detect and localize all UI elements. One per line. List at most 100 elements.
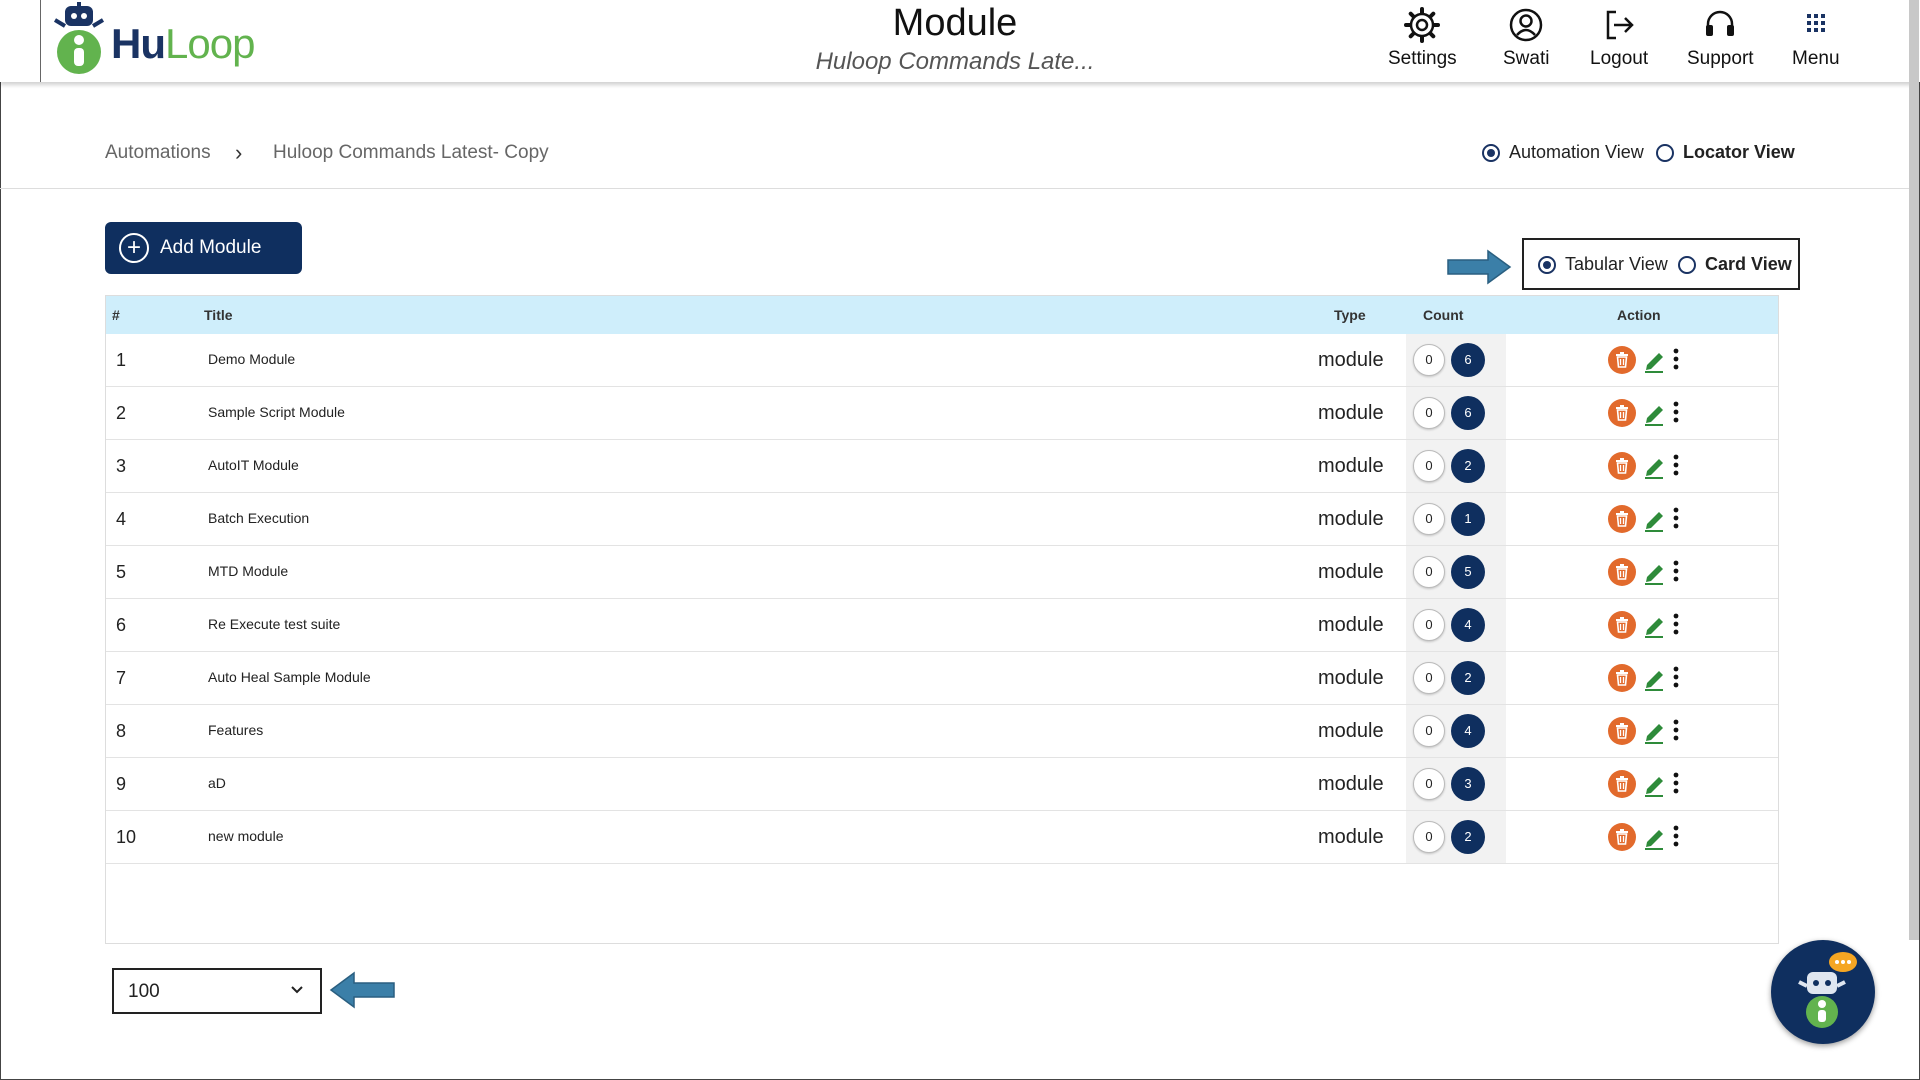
breadcrumb-automations[interactable]: Automations [105, 142, 211, 164]
more-options-button[interactable] [1672, 612, 1680, 641]
count-zero-badge[interactable]: 0 [1413, 556, 1445, 588]
chatbot-icon [1798, 952, 1857, 1028]
delete-button[interactable] [1608, 558, 1636, 586]
page-size-select[interactable]: 100 [112, 968, 322, 1014]
radio-tabular-view-dot[interactable] [1538, 255, 1556, 274]
row-title[interactable]: aD [208, 775, 226, 791]
row-title[interactable]: MTD Module [208, 563, 288, 579]
row-number: 10 [116, 827, 137, 847]
count-zero-badge[interactable]: 0 [1413, 715, 1445, 747]
more-options-button[interactable] [1672, 771, 1680, 800]
count-zero-badge[interactable]: 0 [1413, 397, 1445, 429]
radio-locator-view[interactable]: Locator View [1656, 142, 1795, 163]
count-badge[interactable]: 4 [1451, 714, 1485, 748]
count-zero-badge[interactable]: 0 [1413, 821, 1445, 853]
nav-settings[interactable]: Settings [1388, 6, 1457, 70]
count-badge[interactable]: 2 [1451, 820, 1485, 854]
count-zero-badge[interactable]: 0 [1413, 450, 1445, 482]
radio-automation-view-dot[interactable] [1482, 143, 1500, 162]
delete-button[interactable] [1608, 664, 1636, 692]
count-badge[interactable]: 6 [1451, 396, 1485, 430]
more-options-button[interactable] [1672, 665, 1680, 694]
nav-logout[interactable]: Logout [1590, 6, 1648, 70]
count-zero-badge[interactable]: 0 [1413, 503, 1445, 535]
edit-button[interactable] [1643, 612, 1667, 643]
row-title[interactable]: Sample Script Module [208, 404, 345, 420]
nav-settings-label: Settings [1388, 48, 1457, 69]
count-badge[interactable]: 5 [1451, 555, 1485, 589]
row-type: module [1318, 773, 1384, 795]
pencil-icon [1645, 459, 1663, 479]
radio-tabular-view-label: Tabular View [1565, 254, 1668, 274]
delete-button[interactable] [1608, 823, 1636, 851]
count-badge[interactable]: 3 [1451, 767, 1485, 801]
edit-button[interactable] [1643, 347, 1667, 378]
nav-logout-label: Logout [1590, 48, 1649, 69]
delete-button[interactable] [1608, 399, 1636, 427]
radio-locator-view-label: Locator View [1683, 142, 1795, 162]
edit-button[interactable] [1643, 771, 1667, 802]
edit-button[interactable] [1643, 665, 1667, 696]
scrollbar[interactable] [1909, 0, 1919, 940]
header-type: Type [1334, 307, 1366, 323]
delete-button[interactable] [1608, 611, 1636, 639]
radio-locator-view-dot[interactable] [1656, 143, 1674, 162]
edit-button[interactable] [1643, 400, 1667, 431]
row-title[interactable]: Re Execute test suite [208, 616, 340, 632]
row-title[interactable]: Features [208, 722, 263, 738]
page-size-value: 100 [128, 981, 160, 1002]
more-options-button[interactable] [1672, 718, 1680, 747]
delete-button[interactable] [1608, 770, 1636, 798]
row-number: 2 [116, 403, 127, 423]
header-title: Title [204, 307, 233, 323]
pencil-icon [1645, 830, 1663, 850]
radio-tabular-view[interactable]: Tabular View [1538, 254, 1668, 275]
row-type: module [1318, 349, 1384, 371]
edit-button[interactable] [1643, 453, 1667, 484]
row-title[interactable]: Demo Module [208, 351, 295, 367]
delete-button[interactable] [1608, 505, 1636, 533]
row-title[interactable]: Auto Heal Sample Module [208, 669, 371, 685]
row-title[interactable]: Batch Execution [208, 510, 309, 526]
count-badge[interactable]: 2 [1451, 661, 1485, 695]
more-options-button[interactable] [1672, 506, 1680, 535]
row-title[interactable]: new module [208, 828, 284, 844]
pencil-icon [1645, 512, 1663, 532]
count-zero-badge[interactable]: 0 [1413, 344, 1445, 376]
count-zero-badge[interactable]: 0 [1413, 768, 1445, 800]
nav-menu-label: Menu [1792, 48, 1840, 69]
radio-card-view[interactable]: Card View [1678, 254, 1792, 275]
radio-card-view-dot[interactable] [1678, 255, 1696, 274]
row-number: 5 [116, 562, 127, 582]
delete-button[interactable] [1608, 346, 1636, 374]
edit-button[interactable] [1643, 506, 1667, 537]
more-options-button[interactable] [1672, 400, 1680, 429]
chatbot-button[interactable] [1771, 940, 1875, 1044]
more-options-button[interactable] [1672, 347, 1680, 376]
delete-button[interactable] [1608, 452, 1636, 480]
count-zero-badge[interactable]: 0 [1413, 662, 1445, 694]
table-row: 10 new module module 0 2 [106, 811, 1778, 864]
count-zero-badge[interactable]: 0 [1413, 609, 1445, 641]
plus-circle-icon: + [119, 233, 149, 263]
count-badge[interactable]: 1 [1451, 502, 1485, 536]
trash-icon [1616, 776, 1628, 792]
edit-button[interactable] [1643, 824, 1667, 855]
pencil-icon [1645, 724, 1663, 744]
edit-button[interactable] [1643, 718, 1667, 749]
count-badge[interactable]: 2 [1451, 449, 1485, 483]
nav-support[interactable]: Support [1687, 6, 1754, 70]
row-type: module [1318, 826, 1384, 848]
add-module-button[interactable]: + Add Module [105, 222, 302, 274]
count-badge[interactable]: 4 [1451, 608, 1485, 642]
more-options-button[interactable] [1672, 559, 1680, 588]
nav-user[interactable]: Swati [1503, 6, 1549, 70]
delete-button[interactable] [1608, 717, 1636, 745]
nav-menu[interactable]: Menu [1792, 6, 1840, 70]
edit-button[interactable] [1643, 559, 1667, 590]
radio-automation-view[interactable]: Automation View [1482, 142, 1644, 163]
more-options-button[interactable] [1672, 453, 1680, 482]
more-options-button[interactable] [1672, 824, 1680, 853]
count-badge[interactable]: 6 [1451, 343, 1485, 377]
row-title[interactable]: AutoIT Module [208, 457, 299, 473]
